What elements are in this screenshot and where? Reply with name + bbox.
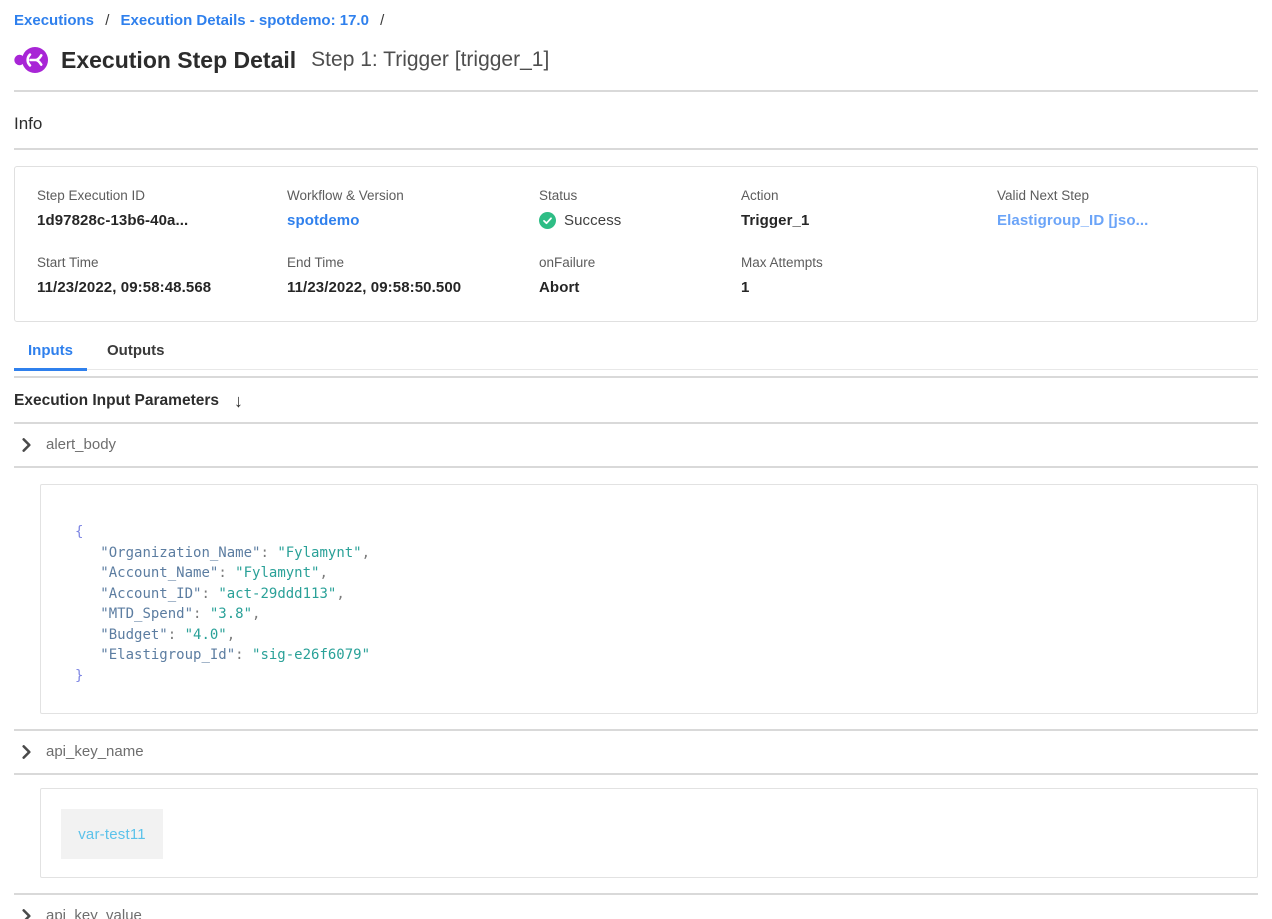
info-field-step-execution-id: Step Execution ID 1d97828c-13b6-40a... (37, 188, 287, 229)
field-label: onFailure (539, 255, 741, 270)
info-field-workflow-version: Workflow & Version spotdemo (287, 188, 539, 229)
param-row-api-key-value[interactable]: api_key_value (14, 895, 1258, 919)
info-field-status: Status Success (539, 188, 741, 229)
chevron-right-icon (21, 745, 32, 759)
fylamynt-logo-icon (14, 45, 48, 75)
field-label: Action (741, 188, 997, 203)
breadcrumb-separator: / (380, 12, 384, 29)
field-value: Trigger_1 (741, 212, 997, 229)
divider (14, 90, 1258, 92)
info-field-valid-next-step: Valid Next Step Elastigroup_ID [jso... (997, 188, 1247, 229)
field-label: Step Execution ID (37, 188, 287, 203)
field-label: Status (539, 188, 741, 203)
valid-next-step-link[interactable]: Elastigroup_ID [jso... (997, 212, 1247, 229)
param-row-alert-body[interactable]: alert_body (14, 424, 1258, 466)
breadcrumb: Executions / Execution Details - spotdem… (14, 0, 1258, 32)
param-name: alert_body (46, 436, 116, 453)
breadcrumb-link-executions[interactable]: Executions (14, 12, 94, 29)
field-value: 11/23/2022, 09:58:48.568 (37, 279, 287, 296)
api-key-name-value-chip: var-test11 (61, 809, 163, 859)
divider (14, 466, 1258, 468)
breadcrumb-link-execution-details[interactable]: Execution Details - spotdemo: 17.0 (121, 12, 369, 29)
section-title: Execution Input Parameters (14, 392, 219, 410)
tab-inputs[interactable]: Inputs (14, 338, 87, 371)
breadcrumb-separator: / (105, 12, 109, 29)
field-value: 1d97828c-13b6-40a... (37, 212, 287, 229)
chevron-right-icon (21, 909, 32, 919)
divider (14, 148, 1258, 150)
field-label: Max Attempts (741, 255, 997, 270)
alert-body-json-card: { "Organization_Name": "Fylamynt", "Acco… (40, 484, 1258, 714)
json-code-block: { "Organization_Name": "Fylamynt", "Acco… (75, 522, 1217, 686)
info-field-action: Action Trigger_1 (741, 188, 997, 229)
api-key-name-value-card: var-test11 (40, 788, 1258, 878)
info-field-onfailure: onFailure Abort (539, 255, 741, 296)
tab-bar: Inputs Outputs (14, 338, 1258, 370)
execution-input-parameters-header: Execution Input Parameters ↓ (14, 378, 1258, 422)
info-field-empty (997, 255, 1247, 296)
field-label: Workflow & Version (287, 188, 539, 203)
info-heading: Info (14, 112, 1258, 136)
info-field-max-attempts: Max Attempts 1 (741, 255, 997, 296)
status-text: Success (564, 212, 621, 229)
page-subtitle: Step 1: Trigger [trigger_1] (311, 48, 549, 72)
field-value: 11/23/2022, 09:58:50.500 (287, 279, 539, 296)
chevron-right-icon (21, 438, 32, 452)
param-name: api_key_name (46, 743, 144, 760)
info-field-end-time: End Time 11/23/2022, 09:58:50.500 (287, 255, 539, 296)
status-badge: Success (539, 212, 741, 229)
success-check-icon (539, 212, 556, 229)
page-header: Execution Step Detail Step 1: Trigger [t… (14, 42, 1258, 78)
workflow-link[interactable]: spotdemo (287, 212, 539, 229)
field-value: Abort (539, 279, 741, 296)
field-label: Start Time (37, 255, 287, 270)
page-title: Execution Step Detail (61, 47, 296, 74)
tab-outputs[interactable]: Outputs (93, 338, 179, 371)
page: Executions / Execution Details - spotdem… (0, 0, 1272, 919)
param-row-api-key-name[interactable]: api_key_name (14, 731, 1258, 773)
field-label: Valid Next Step (997, 188, 1247, 203)
param-name: api_key_value (46, 907, 142, 919)
field-value: 1 (741, 279, 997, 296)
info-card: Step Execution ID 1d97828c-13b6-40a... W… (14, 166, 1258, 322)
divider (14, 773, 1258, 775)
field-label: End Time (287, 255, 539, 270)
info-field-start-time: Start Time 11/23/2022, 09:58:48.568 (37, 255, 287, 296)
down-arrow-icon[interactable]: ↓ (234, 392, 243, 410)
